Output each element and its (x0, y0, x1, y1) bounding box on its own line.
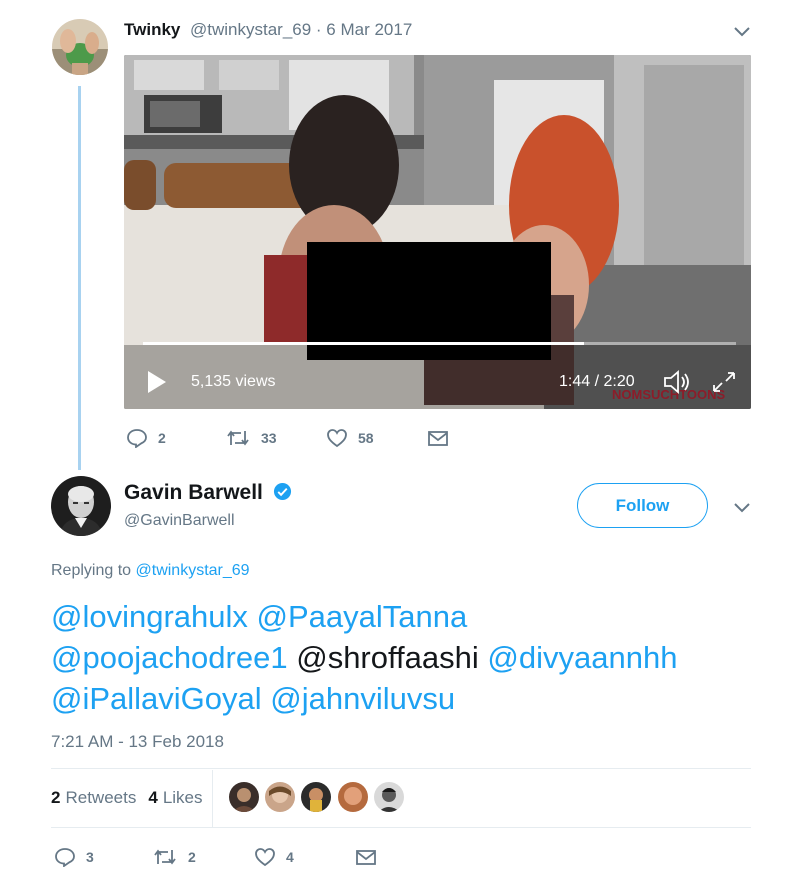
mention-link[interactable]: @iPallaviGoyal (51, 681, 262, 716)
video-progress-bar[interactable] (143, 342, 736, 345)
divider (51, 768, 751, 769)
main-author-name-text: Gavin Barwell (124, 481, 263, 504)
thread-connector-line (78, 86, 81, 470)
mention-link[interactable]: @divyaannhh (487, 640, 677, 675)
direct-message-action[interactable] (355, 847, 387, 867)
retweet-count: 2 (188, 849, 196, 865)
liker-avatar[interactable] (374, 782, 404, 812)
follow-button[interactable]: Follow (577, 483, 708, 528)
mention-link[interactable]: @lovingrahulx (51, 599, 248, 634)
tweet-timestamp[interactable]: 7:21 AM - 13 Feb 2018 (51, 732, 224, 752)
chevron-down-icon[interactable] (732, 500, 752, 514)
play-icon[interactable] (146, 369, 168, 395)
reply-count: 3 (86, 849, 94, 865)
volume-icon[interactable] (662, 369, 692, 395)
fullscreen-icon[interactable] (710, 369, 738, 395)
likes-stat[interactable]: 4 Likes (148, 788, 202, 808)
like-action[interactable]: 4 (254, 847, 294, 867)
plain-mention-text: @shroffaashi (296, 640, 479, 675)
stats-separator (212, 770, 213, 827)
twinky-avatar[interactable] (52, 19, 108, 75)
replying-prefix: Replying to (51, 562, 132, 579)
retweet-count: 33 (261, 430, 277, 446)
like-count: 4 (286, 849, 294, 865)
retweet-action[interactable]: 33 (225, 428, 277, 448)
reply-action[interactable]: 3 (54, 847, 94, 867)
mention-link[interactable]: @poojachodree1 (51, 640, 288, 675)
like-action[interactable]: 58 (326, 428, 374, 448)
replying-to: Replying to @twinkystar_69 (51, 562, 250, 580)
tweet-stats: 2 Retweets 4 Likes (51, 788, 215, 808)
heart-icon (255, 848, 275, 867)
liker-avatar[interactable] (265, 782, 295, 812)
retweet-action[interactable]: 2 (152, 847, 196, 867)
direct-message-action[interactable] (427, 428, 459, 448)
tweet-text: @lovingrahulx @PaayalTanna @poojachodree… (51, 596, 771, 719)
reply-icon (55, 848, 75, 867)
mention-link[interactable]: @PaayalTanna (257, 599, 468, 634)
envelope-icon (428, 431, 448, 446)
liker-avatar[interactable] (229, 782, 259, 812)
reply-action[interactable]: 2 (126, 428, 166, 448)
main-author-name[interactable]: Gavin Barwell (124, 481, 292, 505)
parent-author-name[interactable]: Twinky (124, 20, 180, 40)
video-progress-fill (143, 342, 584, 345)
gavin-barwell-avatar[interactable] (51, 476, 111, 536)
liker-avatar[interactable] (338, 782, 368, 812)
divider (51, 827, 751, 828)
video-time: 1:44 / 2:20 (559, 373, 635, 390)
retweet-icon (227, 430, 249, 446)
verified-badge-icon (273, 482, 291, 501)
video-views: 5,135 views (191, 373, 276, 390)
reply-icon (127, 429, 147, 448)
liker-avatar[interactable] (301, 782, 331, 812)
chevron-down-icon[interactable] (732, 24, 752, 38)
retweet-icon (154, 849, 176, 865)
envelope-icon (356, 850, 376, 865)
main-author-handle[interactable]: @GavinBarwell (124, 512, 235, 530)
parent-author-meta[interactable]: @twinkystar_69 · 6 Mar 2017 (190, 20, 412, 40)
like-count: 58 (358, 430, 374, 446)
retweets-stat[interactable]: 2 Retweets (51, 788, 136, 808)
mention-link[interactable]: @jahnviluvsu (270, 681, 455, 716)
heart-icon (327, 429, 347, 448)
reply-count: 2 (158, 430, 166, 446)
replying-handle-link[interactable]: @twinkystar_69 (136, 562, 250, 579)
